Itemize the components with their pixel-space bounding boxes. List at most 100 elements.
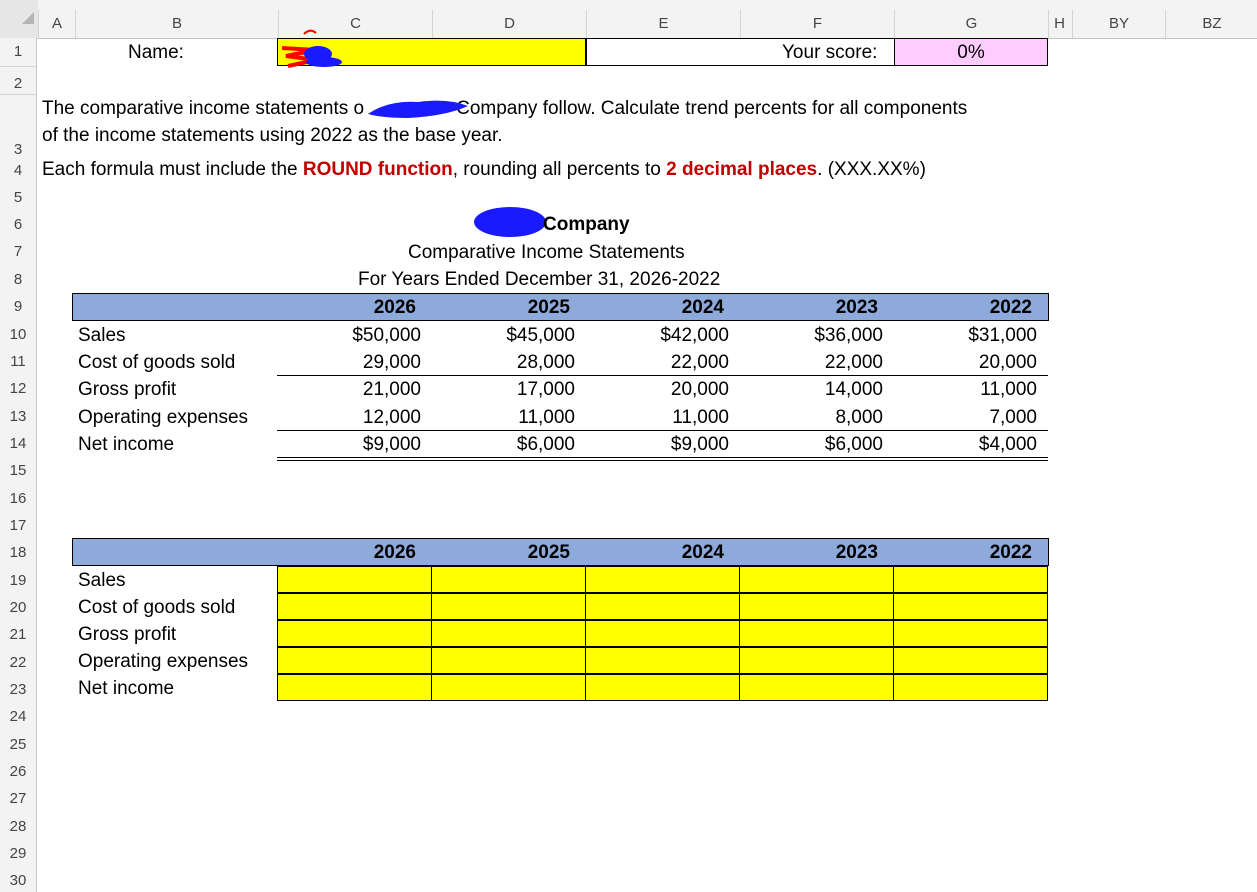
row-header-14[interactable]: 14 [0,435,36,452]
opex-2023: 8,000 [835,407,883,428]
trend-input-sales-2026[interactable] [277,566,432,593]
row-header-22[interactable]: 22 [0,654,36,671]
row-header-12[interactable]: 12 [0,380,36,397]
row-header-7[interactable]: 7 [0,243,36,260]
select-all-triangle-icon [22,12,34,24]
trend-input-gross-profit-2022[interactable] [893,620,1048,647]
row-header-29[interactable]: 29 [0,845,36,862]
name-redaction-mark [281,29,342,68]
trend-input-cogs-2023[interactable] [739,593,894,620]
trend-input-sales-2024[interactable] [585,566,740,593]
row-header-4[interactable]: 4 [0,162,36,179]
row-header-5[interactable]: 5 [0,189,36,206]
instructions-decimal-places: 2 decimal places [666,159,818,180]
column-header-by[interactable]: BY [1072,10,1165,38]
trend-input-net-income-2022[interactable] [893,674,1048,701]
trend-input-gross-profit-2025[interactable] [431,620,586,647]
net-income-2026: $9,000 [362,434,421,455]
row-header-21[interactable]: 21 [0,626,36,643]
trend-input-cogs-2026[interactable] [277,593,432,620]
row-header-20[interactable]: 20 [0,599,36,616]
row-header-9[interactable]: 9 [0,298,36,315]
trend-input-net-income-2025[interactable] [431,674,586,701]
column-header-bz[interactable]: BZ [1165,10,1257,38]
row-header-8[interactable]: 8 [0,271,36,288]
trend-input-net-income-2026[interactable] [277,674,432,701]
row-header-1[interactable]: 1 [0,43,36,60]
trend-input-cogs-2024[interactable] [585,593,740,620]
trend-input-net-income-2024[interactable] [585,674,740,701]
cogs-2025: 28,000 [516,352,575,373]
column-header-a[interactable]: A [38,10,75,38]
company-name-redaction-mark [474,207,546,237]
trend-input-gross-profit-2024[interactable] [585,620,740,647]
trend-year-2026: 2026 [373,542,416,563]
column-header-f[interactable]: F [740,10,894,38]
trend-year-2025: 2025 [527,542,570,563]
trend-input-opex-2024[interactable] [585,647,740,674]
statement-row-label-gross-profit: Gross profit [78,379,177,400]
column-header-e[interactable]: E [586,10,740,38]
trend-input-gross-profit-2026[interactable] [277,620,432,647]
trend-input-sales-2022[interactable] [893,566,1048,593]
trend-input-opex-2025[interactable] [431,647,586,674]
sales-2025: $45,000 [506,325,575,346]
column-header-bar: A B C D E F G H BY BZ [0,0,1257,39]
trend-input-sales-2023[interactable] [739,566,894,593]
trend-input-opex-2026[interactable] [277,647,432,674]
row-header-11[interactable]: 11 [0,353,36,370]
score-label: Your score: [782,42,878,63]
trend-year-2022: 2022 [989,542,1032,563]
trend-input-opex-2022[interactable] [893,647,1048,674]
row-header-24[interactable]: 24 [0,708,36,725]
row-header-15[interactable]: 15 [0,462,36,479]
row-header-bar: 1 2 3 4 5 6 7 8 9 10 11 12 13 14 15 16 1… [0,38,37,892]
trend-row-label-cogs: Cost of goods sold [78,597,236,618]
opex-2026: 12,000 [362,407,421,428]
row-header-3[interactable]: 3 [0,141,36,158]
trend-row-label-sales: Sales [78,570,126,591]
statement-year-2022: 2022 [989,297,1032,318]
row-header-28[interactable]: 28 [0,818,36,835]
row-header-16[interactable]: 16 [0,490,36,507]
row-header-6[interactable]: 6 [0,216,36,233]
statement-row-label-cogs: Cost of goods sold [78,352,236,373]
net-income-2025: $6,000 [516,434,575,455]
column-header-g[interactable]: G [894,10,1048,38]
sales-2023: $36,000 [814,325,883,346]
row-header-2[interactable]: 2 [0,75,36,92]
row-header-17[interactable]: 17 [0,517,36,534]
row-header-27[interactable]: 27 [0,790,36,807]
name-label: Name: [128,42,184,63]
row-header-13[interactable]: 13 [0,408,36,425]
row-header-10[interactable]: 10 [0,326,36,343]
trend-row-label-net-income: Net income [78,678,175,699]
instructions-line3-c: , rounding all percents to [452,159,667,180]
column-header-h[interactable]: H [1048,10,1070,38]
company-redaction-mark [368,100,468,118]
trend-input-cogs-2022[interactable] [893,593,1048,620]
instructions-line3: Each formula must include the ROUND func… [42,159,926,181]
statement-title: Comparative Income Statements [408,242,685,263]
column-header-d[interactable]: D [432,10,586,38]
row-header-19[interactable]: 19 [0,572,36,589]
statement-row-label-operating-expenses: Operating expenses [78,407,249,428]
sales-2024: $42,000 [660,325,729,346]
statement-year-2024: 2024 [681,297,724,318]
net-income-double-underline-top [277,457,1048,458]
row-header-18[interactable]: 18 [0,544,36,561]
trend-input-sales-2025[interactable] [431,566,586,593]
instructions-line3-e: . (XXX.XX%) [817,159,926,180]
row-header-30[interactable]: 30 [0,872,36,889]
opex-2022: 7,000 [989,407,1037,428]
row-header-23[interactable]: 23 [0,681,36,698]
trend-input-opex-2023[interactable] [739,647,894,674]
row-header-25[interactable]: 25 [0,736,36,753]
trend-input-net-income-2023[interactable] [739,674,894,701]
score-cell[interactable]: 0% [894,38,1048,66]
column-header-b[interactable]: B [75,10,278,38]
row-header-26[interactable]: 26 [0,763,36,780]
trend-input-gross-profit-2023[interactable] [739,620,894,647]
trend-input-cogs-2025[interactable] [431,593,586,620]
opex-2025: 11,000 [518,407,575,428]
